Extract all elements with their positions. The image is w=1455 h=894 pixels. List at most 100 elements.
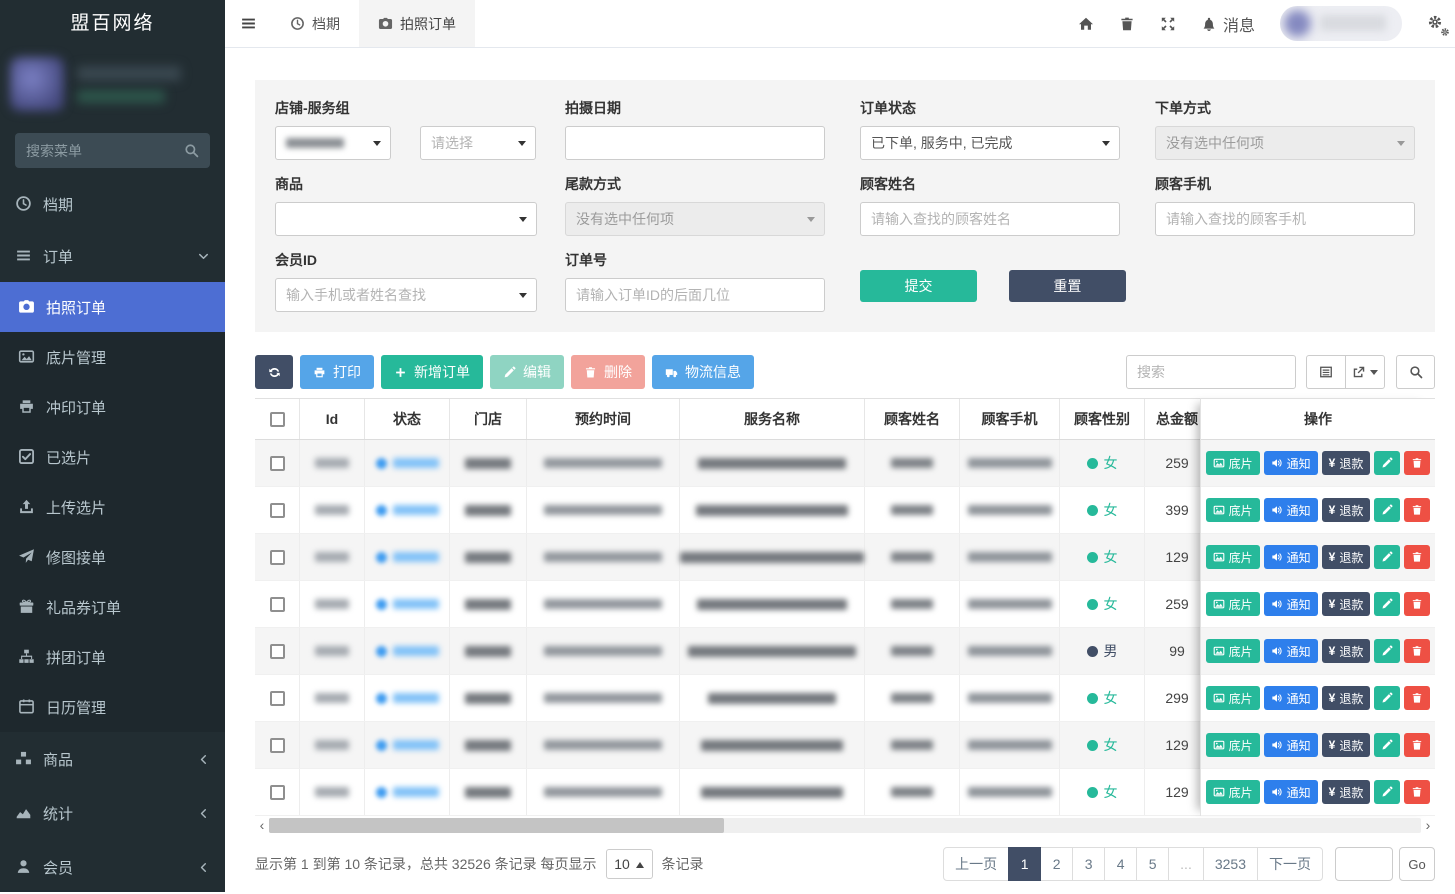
film-button[interactable]: 底片: [1206, 545, 1260, 569]
goods-select[interactable]: [275, 202, 537, 236]
trash-icon[interactable]: [1119, 16, 1135, 32]
submit-button[interactable]: 提交: [860, 270, 977, 302]
tab-photo-order[interactable]: 拍照订单: [359, 0, 475, 47]
refund-button[interactable]: ¥退款: [1322, 498, 1371, 522]
search-icon[interactable]: [184, 143, 199, 159]
film-button[interactable]: 底片: [1206, 686, 1260, 710]
sidebar-item-group-order[interactable]: 拼团订单: [0, 632, 225, 682]
order-status-select[interactable]: 已下单, 服务中, 已完成: [860, 126, 1120, 160]
row-checkbox[interactable]: [270, 597, 285, 612]
sidebar-item-upload-photos[interactable]: 上传选片: [0, 482, 225, 532]
notify-button[interactable]: 通知: [1264, 592, 1318, 616]
sidebar-search[interactable]: [15, 133, 210, 168]
notify-button[interactable]: 通知: [1264, 451, 1318, 475]
row-checkbox[interactable]: [270, 738, 285, 753]
scrollbar-thumb[interactable]: [269, 818, 724, 833]
shoot-date-input[interactable]: [565, 126, 825, 160]
film-button[interactable]: 底片: [1206, 780, 1260, 804]
go-button[interactable]: Go: [1399, 847, 1435, 881]
notify-button[interactable]: 通知: [1264, 780, 1318, 804]
film-button[interactable]: 底片: [1206, 451, 1260, 475]
toggle-view-button[interactable]: [1306, 355, 1346, 389]
goto-page-input[interactable]: [1335, 847, 1393, 881]
page-button-last[interactable]: 3253: [1203, 847, 1258, 881]
sidebar-item-gift-coupon-order[interactable]: 礼品券订单: [0, 582, 225, 632]
column-header-customer-name[interactable]: 顾客姓名: [865, 399, 960, 439]
column-header-gender[interactable]: 顾客性别: [1060, 399, 1145, 439]
notify-button[interactable]: 通知: [1264, 733, 1318, 757]
row-checkbox[interactable]: [270, 550, 285, 565]
column-header-appointment[interactable]: 预约时间: [527, 399, 680, 439]
column-header-store[interactable]: 门店: [450, 399, 527, 439]
notify-button[interactable]: 通知: [1264, 545, 1318, 569]
fullscreen-icon[interactable]: [1160, 16, 1176, 32]
order-no-input[interactable]: [565, 278, 825, 312]
tab-schedule[interactable]: 档期: [271, 0, 359, 47]
settings-gear-icon[interactable]: [1427, 14, 1443, 33]
sidebar-item-orders[interactable]: 订单: [0, 230, 225, 282]
logistics-button[interactable]: 物流信息: [652, 355, 754, 389]
order-no-field[interactable]: [576, 287, 814, 303]
column-header-status[interactable]: 状态: [365, 399, 450, 439]
edit-row-button[interactable]: [1374, 686, 1400, 710]
film-button[interactable]: 底片: [1206, 733, 1260, 757]
customer-phone-field[interactable]: [1166, 211, 1404, 227]
user-menu[interactable]: [1280, 6, 1402, 41]
page-button-3[interactable]: 3: [1072, 847, 1105, 881]
sidebar-item-schedule[interactable]: 档期: [0, 178, 225, 230]
menu-toggle-icon[interactable]: [225, 0, 271, 47]
delete-row-button[interactable]: [1404, 545, 1430, 569]
film-button[interactable]: 底片: [1206, 498, 1260, 522]
edit-row-button[interactable]: [1374, 733, 1400, 757]
row-checkbox[interactable]: [270, 785, 285, 800]
customer-name-input[interactable]: [860, 202, 1120, 236]
page-button-2[interactable]: 2: [1040, 847, 1073, 881]
select-all-checkbox[interactable]: [255, 399, 300, 439]
sidebar-item-print-order[interactable]: 冲印订单: [0, 382, 225, 432]
notify-button[interactable]: 通知: [1264, 686, 1318, 710]
refresh-button[interactable]: [255, 355, 293, 389]
sidebar-item-photo-order[interactable]: 拍照订单: [0, 282, 225, 332]
next-page-button[interactable]: 下一页: [1257, 847, 1323, 881]
reset-button[interactable]: 重置: [1009, 270, 1126, 302]
export-button[interactable]: [1345, 355, 1385, 389]
customer-name-field[interactable]: [871, 211, 1109, 227]
edit-row-button[interactable]: [1374, 545, 1400, 569]
delete-row-button[interactable]: [1404, 498, 1430, 522]
sidebar-item-goods[interactable]: 商品: [0, 732, 225, 786]
page-button-4[interactable]: 4: [1104, 847, 1137, 881]
delete-button[interactable]: 删除: [571, 355, 645, 389]
delete-row-button[interactable]: [1404, 639, 1430, 663]
edit-row-button[interactable]: [1374, 451, 1400, 475]
film-button[interactable]: 底片: [1206, 592, 1260, 616]
sidebar-item-retouch-order[interactable]: 修图接单: [0, 532, 225, 582]
sidebar-item-stats[interactable]: 统计: [0, 786, 225, 840]
page-size-select[interactable]: 10: [606, 849, 653, 879]
refund-button[interactable]: ¥退款: [1322, 686, 1371, 710]
refund-button[interactable]: ¥退款: [1322, 592, 1371, 616]
column-header-service[interactable]: 服务名称: [680, 399, 865, 439]
row-checkbox[interactable]: [270, 456, 285, 471]
refund-button[interactable]: ¥退款: [1322, 733, 1371, 757]
notify-button[interactable]: 通知: [1264, 639, 1318, 663]
delete-row-button[interactable]: [1404, 686, 1430, 710]
row-checkbox[interactable]: [270, 503, 285, 518]
page-button-1[interactable]: 1: [1008, 847, 1041, 881]
scroll-left-icon[interactable]: ‹: [255, 818, 269, 832]
refund-button[interactable]: ¥退款: [1322, 451, 1371, 475]
film-button[interactable]: 底片: [1206, 639, 1260, 663]
column-header-id[interactable]: Id: [300, 399, 365, 439]
delete-row-button[interactable]: [1404, 780, 1430, 804]
delete-row-button[interactable]: [1404, 451, 1430, 475]
sidebar-item-calendar-manage[interactable]: 日历管理: [0, 682, 225, 732]
delete-row-button[interactable]: [1404, 592, 1430, 616]
print-button[interactable]: 打印: [300, 355, 374, 389]
order-method-select[interactable]: 没有选中任何项: [1155, 126, 1415, 160]
delete-row-button[interactable]: [1404, 733, 1430, 757]
scrollbar-track[interactable]: [269, 818, 1421, 833]
refund-button[interactable]: ¥退款: [1322, 780, 1371, 804]
balance-method-select[interactable]: 没有选中任何项: [565, 202, 825, 236]
edit-row-button[interactable]: [1374, 498, 1400, 522]
messages-button[interactable]: 消息: [1201, 12, 1255, 36]
member-id-select[interactable]: 输入手机或者姓名查找: [275, 278, 537, 312]
